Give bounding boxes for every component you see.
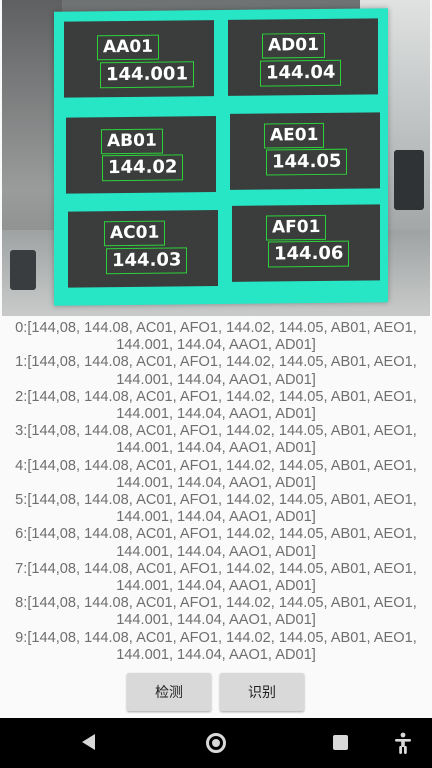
display-panel: AA01 144.001 AD01 144.04 AB01 144.02 AE0… [54,8,388,306]
code-label: AA01 [97,34,159,61]
accessibility-icon[interactable] [394,732,412,754]
detect-button[interactable]: 检测 [127,673,211,711]
recognize-button[interactable]: 识别 [220,673,304,711]
value-label: 144.05 [266,148,348,176]
panel-cell-af01: AF01 144.06 [232,204,380,282]
result-line: 2:[144,08, 144.08, AC01, AFO1, 144.02, 1… [15,388,417,423]
value-label: 144.001 [100,61,194,89]
home-icon[interactable] [206,733,226,753]
results-list: 0:[144,08, 144.08, AC01, AFO1, 144.02, 1… [0,320,432,664]
result-line: 5:[144,08, 144.08, AC01, AFO1, 144.02, 1… [15,492,417,526]
code-label: AF01 [266,214,327,241]
result-line: 6:[144,08, 144.08, AC01, AFO1, 144.02, 1… [15,526,417,560]
result-line: 9:[144,08, 144.08, AC01, AFO1, 144.02, 1… [15,629,417,663]
panel-cell-ab01: AB01 144.02 [66,116,216,194]
recents-icon[interactable] [333,735,348,750]
code-label: AE01 [264,122,325,149]
result-line: 7:[144,08, 144.08, AC01, AFO1, 144.02, 1… [15,560,417,595]
result-line: 0:[144,08, 144.08, AC01, AFO1, 144.02, 1… [15,320,417,354]
code-label: AC01 [104,220,166,247]
panel-cell-ae01: AE01 144.05 [230,112,380,190]
result-line: 4:[144,08, 144.08, AC01, AFO1, 144.02, 1… [15,457,417,491]
panel-cell-ad01: AD01 144.04 [228,18,378,96]
value-label: 144.02 [102,154,184,182]
result-line: 8:[144,08, 144.08, AC01, AFO1, 144.02, 1… [15,595,417,629]
code-label: AD01 [262,32,325,59]
back-icon[interactable] [82,734,95,750]
panel-cell-aa01: AA01 144.001 [64,20,214,98]
value-label: 144.06 [268,240,350,268]
value-label: 144.03 [106,247,188,275]
background-object [10,250,36,290]
result-line: 1:[144,08, 144.08, AC01, AFO1, 144.02, 1… [15,354,417,388]
panel-cell-ac01: AC01 144.03 [68,210,218,288]
camera-preview: AA01 144.001 AD01 144.04 AB01 144.02 AE0… [2,0,430,316]
app-screen: AA01 144.001 AD01 144.04 AB01 144.02 AE0… [0,0,432,768]
navigation-bar [0,718,432,768]
value-label: 144.04 [260,59,342,87]
result-line: 3:[144,08, 144.08, AC01, AFO1, 144.02, 1… [15,423,417,457]
code-label: AB01 [101,128,163,155]
background-object [394,150,424,210]
